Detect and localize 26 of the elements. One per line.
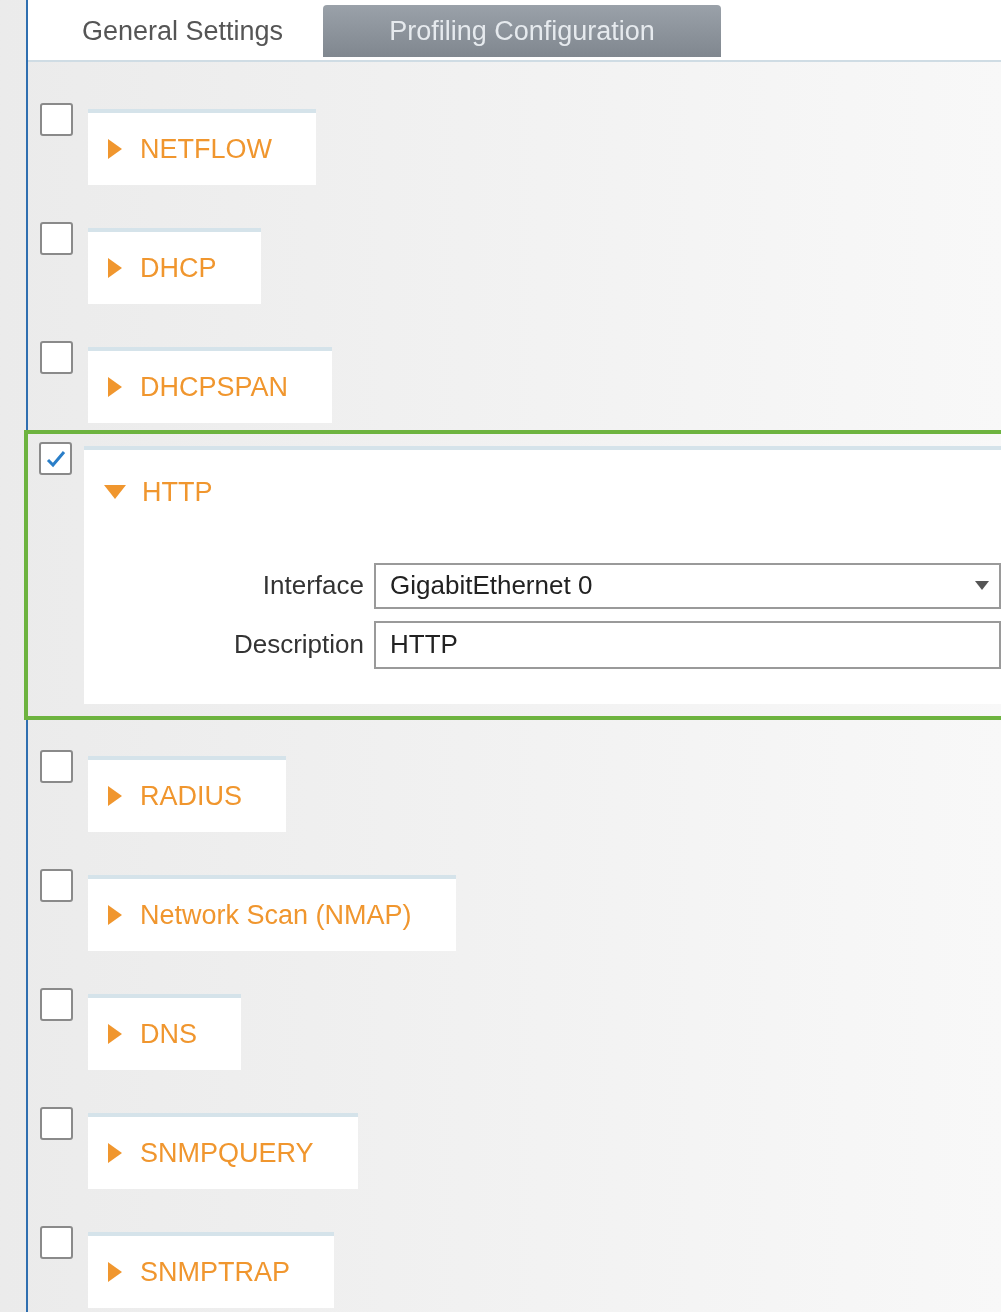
dropdown-arrow-icon <box>975 581 989 590</box>
checkbox[interactable] <box>40 1107 73 1140</box>
section-header[interactable]: SNMPTRAP <box>88 1232 335 1308</box>
section-header[interactable]: SNMPQUERY <box>88 1113 358 1189</box>
field-label: Description <box>232 628 365 661</box>
section-header[interactable]: NETFLOW <box>88 109 316 185</box>
checkbox[interactable] <box>40 869 73 902</box>
section-header[interactable]: DHCPSPAN <box>88 347 333 423</box>
field-label: Interface <box>261 569 365 602</box>
section-header[interactable]: Network Scan (NMAP) <box>88 875 456 951</box>
section-header[interactable]: DNS <box>88 994 241 1070</box>
section-header[interactable]: RADIUS <box>88 756 286 832</box>
interface-dropdown[interactable]: GigabitEthernet 0 <box>374 562 1001 609</box>
checkbox[interactable] <box>39 442 72 475</box>
check-icon <box>44 448 67 469</box>
checkbox[interactable] <box>40 222 73 255</box>
tab[interactable]: General Settings <box>58 5 308 57</box>
description-field[interactable]: HTTP <box>374 620 1001 669</box>
checkbox[interactable] <box>40 341 73 374</box>
section-header[interactable]: HTTP <box>84 450 213 513</box>
checkbox[interactable] <box>40 988 73 1021</box>
checkbox[interactable] <box>40 1226 73 1259</box>
checkbox[interactable] <box>40 750 73 783</box>
checkbox[interactable] <box>40 103 73 136</box>
tab[interactable]: Profiling Configuration <box>323 5 721 57</box>
section-header[interactable]: DHCP <box>88 228 261 304</box>
